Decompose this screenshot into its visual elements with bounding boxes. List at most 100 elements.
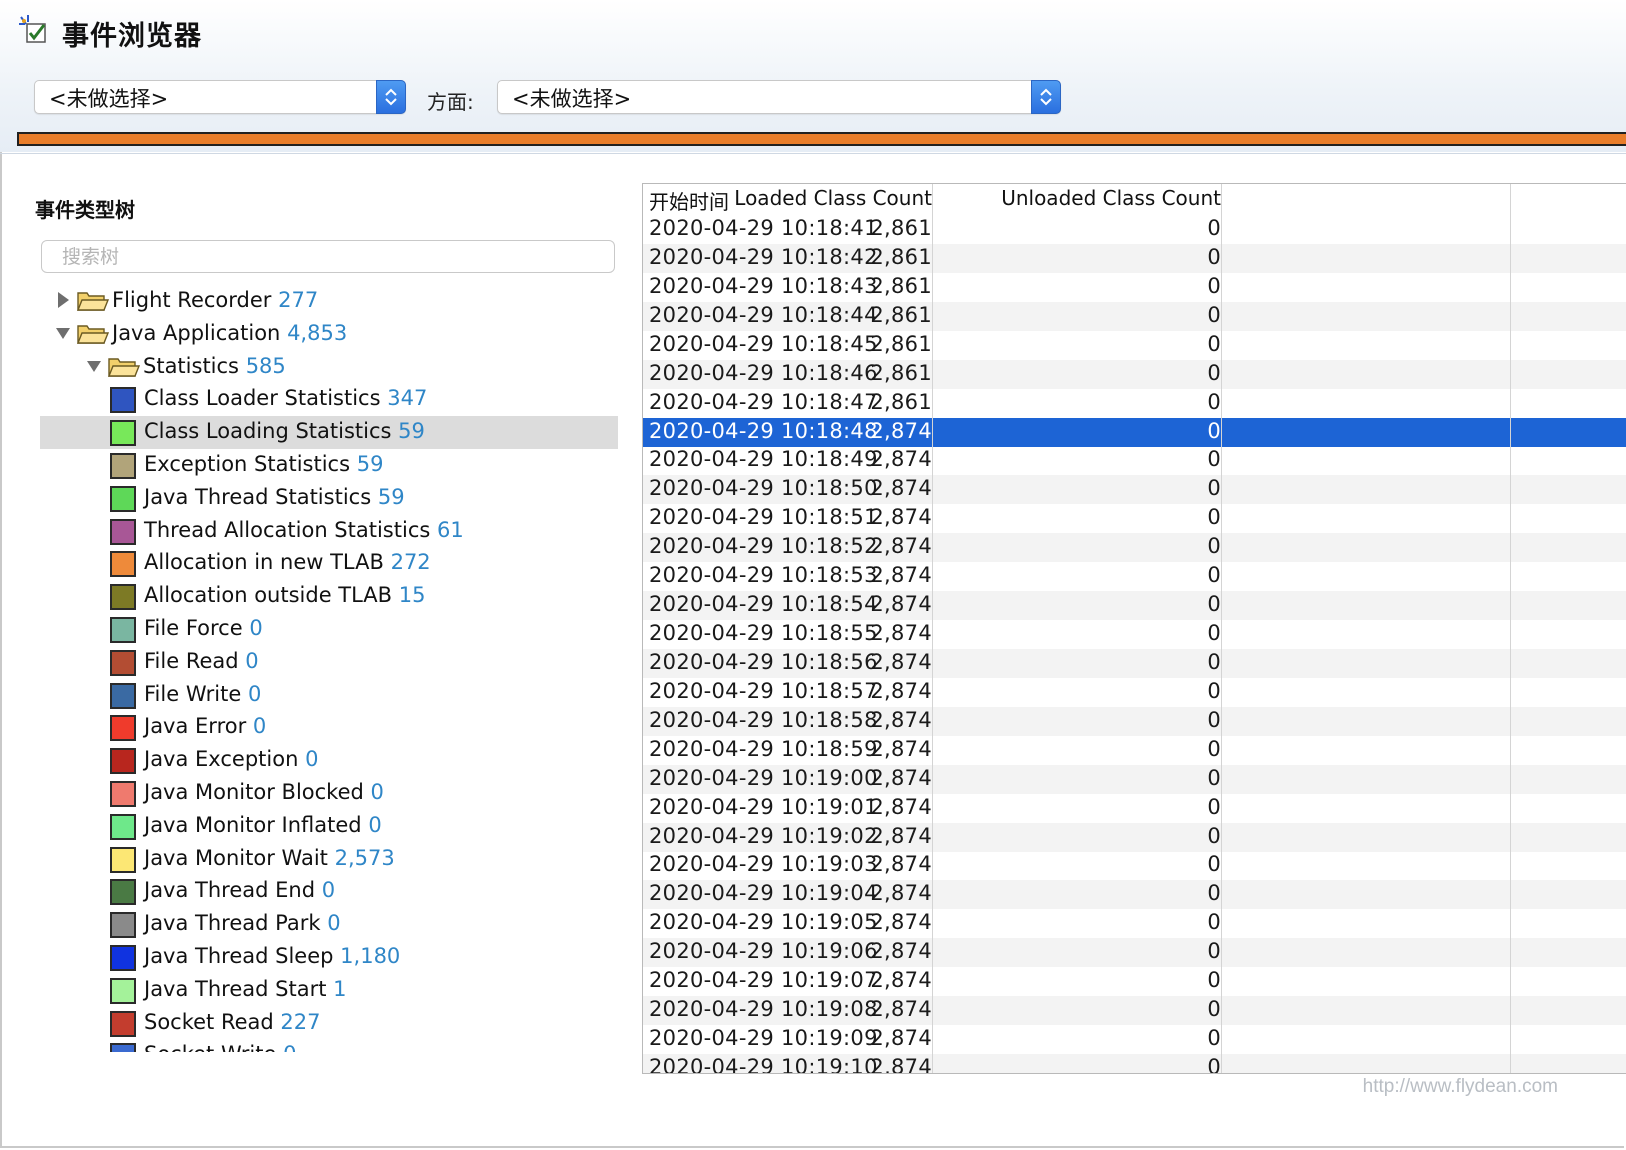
table-row[interactable]: 2020-04-29 10:18:49 2,874 0 (643, 446, 1626, 475)
table-row[interactable]: 2020-04-29 10:18:46 2,861 0 (643, 359, 1626, 389)
tree-node-label: Allocation in new TLAB 272 (144, 550, 431, 574)
tree-node-label: File Force 0 (144, 616, 263, 640)
tree-node[interactable]: Java Thread Sleep 1,180 (40, 941, 618, 974)
event-color-swatch-icon (110, 453, 136, 479)
table-row[interactable]: 2020-04-29 10:19:06 2,874 0 (643, 938, 1626, 968)
table-row[interactable]: 2020-04-29 10:19:09 2,874 0 (643, 1025, 1626, 1054)
tree-node[interactable]: Java Monitor Wait 2,573 (40, 843, 618, 876)
tree-node[interactable]: Java Thread Park 0 (40, 908, 618, 941)
table-row[interactable]: 2020-04-29 10:19:00 2,874 0 (643, 764, 1626, 794)
column-header-loaded-class-count[interactable]: Loaded Class Count (734, 186, 932, 210)
node-count: 59 (377, 484, 405, 509)
table-row[interactable]: 2020-04-29 10:19:05 2,874 0 (643, 909, 1626, 938)
collapsed-triangle-icon[interactable] (56, 292, 70, 308)
event-color-swatch-icon (110, 1043, 136, 1052)
table-row[interactable]: 2020-04-29 10:19:08 2,874 0 (643, 996, 1626, 1026)
tree-node[interactable]: Java Error 0 (40, 711, 618, 744)
tree-search-input[interactable] (60, 245, 604, 269)
select-arrows-icon[interactable] (376, 80, 406, 114)
cell-loaded-class-count: 2,874 (870, 447, 932, 472)
table-row[interactable]: 2020-04-29 10:18:58 2,874 0 (643, 706, 1626, 736)
cell-unloaded-class-count: 0 (1207, 823, 1221, 848)
table-row[interactable]: 2020-04-29 10:19:01 2,874 0 (643, 794, 1626, 823)
cell-loaded-class-count: 2,874 (870, 1026, 932, 1051)
tree-node-label: Socket Read 227 (144, 1010, 321, 1034)
table-row[interactable]: 2020-04-29 10:19:02 2,874 0 (643, 822, 1626, 852)
table-row[interactable]: 2020-04-29 10:18:43 2,861 0 (643, 273, 1626, 302)
tree-node[interactable]: Flight Recorder 277 (40, 285, 618, 318)
cell-loaded-class-count: 2,874 (870, 476, 932, 501)
table-row[interactable]: 2020-04-29 10:18:51 2,874 0 (643, 504, 1626, 533)
node-count: 59 (356, 452, 384, 476)
table-row[interactable]: 2020-04-29 10:19:07 2,874 0 (643, 967, 1626, 996)
tree-node[interactable]: Socket Read 227 (40, 1007, 618, 1040)
select-arrows-icon[interactable] (1031, 80, 1061, 114)
tree-node[interactable]: Statistics 585 (40, 351, 618, 384)
table-row[interactable]: 2020-04-29 10:18:50 2,874 0 (643, 475, 1626, 505)
tree-node-label: Java Thread Sleep 1,180 (144, 944, 400, 968)
table-row[interactable]: 2020-04-29 10:18:59 2,874 0 (643, 736, 1626, 765)
table-row[interactable]: 2020-04-29 10:18:48 2,874 0 (643, 417, 1626, 447)
cell-start-time: 2020-04-29 10:18:53 (649, 563, 878, 588)
cell-unloaded-class-count: 0 (1207, 939, 1221, 964)
table-row[interactable]: 2020-04-29 10:18:55 2,874 0 (643, 620, 1626, 649)
node-name: Java Thread Park (144, 911, 321, 936)
node-count: 0 (327, 911, 341, 936)
tree-node[interactable]: Java Exception 0 (40, 744, 618, 777)
tree-node[interactable]: Socket Write 0 (40, 1039, 618, 1052)
table-row[interactable]: 2020-04-29 10:18:53 2,874 0 (643, 562, 1626, 591)
tree-node[interactable]: Allocation outside TLAB 15 (40, 580, 618, 613)
column-header-unloaded-class-count[interactable]: Unloaded Class Count (1001, 186, 1221, 210)
table-row[interactable]: 2020-04-29 10:19:04 2,874 0 (643, 880, 1626, 910)
tree-title: 事件类型树 (35, 198, 135, 222)
divider (0, 153, 1626, 154)
tree-node[interactable]: Class Loader Statistics 347 (40, 383, 618, 416)
tree-node[interactable]: Thread Allocation Statistics 61 (40, 515, 618, 548)
tree-node-label: Flight Recorder 277 (112, 288, 318, 312)
cell-unloaded-class-count: 0 (1207, 273, 1221, 298)
tree-node-label: Exception Statistics 59 (144, 452, 383, 476)
tree-node[interactable]: File Read 0 (40, 646, 618, 679)
tree-node-label: Thread Allocation Statistics 61 (144, 518, 464, 542)
event-color-swatch-icon (110, 649, 136, 676)
tree-node[interactable]: Java Monitor Inflated 0 (40, 810, 618, 843)
tree-node[interactable]: Allocation in new TLAB 272 (40, 547, 618, 580)
table-row[interactable]: 2020-04-29 10:18:42 2,861 0 (643, 243, 1626, 273)
node-count: 0 (252, 714, 267, 739)
tree-node[interactable]: Java Thread End 0 (40, 875, 618, 908)
tree-node[interactable]: Java Application 4,853 (40, 318, 618, 351)
table-row[interactable]: 2020-04-29 10:18:47 2,861 0 (643, 389, 1626, 418)
table-row[interactable]: 2020-04-29 10:18:52 2,874 0 (643, 533, 1626, 563)
table-row[interactable]: 2020-04-29 10:18:45 2,861 0 (643, 331, 1626, 360)
cell-start-time: 2020-04-29 10:19:08 (649, 997, 878, 1022)
node-count: 585 (245, 353, 286, 378)
cell-unloaded-class-count: 0 (1207, 621, 1221, 646)
tree-node[interactable]: Exception Statistics 59 (40, 449, 618, 482)
tree-node[interactable]: Java Monitor Blocked 0 (40, 777, 618, 810)
expanded-triangle-icon[interactable] (87, 358, 101, 374)
tree-node[interactable]: Class Loading Statistics 59 (40, 416, 618, 450)
tree-node[interactable]: File Write 0 (40, 679, 618, 712)
event-color-swatch-icon (110, 813, 136, 840)
node-count: 0 (249, 616, 263, 640)
column-header-start-time[interactable]: 开始时间 (649, 186, 729, 215)
expanded-triangle-icon[interactable] (56, 325, 70, 341)
tree-node[interactable]: File Force 0 (40, 613, 618, 646)
table-row[interactable]: 2020-04-29 10:18:41 2,861 0 (643, 215, 1626, 244)
table-row[interactable]: 2020-04-29 10:19:03 2,874 0 (643, 851, 1626, 880)
tree-node[interactable]: Java Thread Start 1 (40, 974, 618, 1007)
cell-loaded-class-count: 2,874 (870, 678, 932, 703)
table-row[interactable]: 2020-04-29 10:18:44 2,861 0 (643, 301, 1626, 331)
event-filter-select[interactable]: <未做选择> (34, 80, 406, 114)
title-bar: 事件浏览器 <未做选择> 方面: <未做选择> (0, 0, 1626, 152)
tree-node[interactable]: Java Thread Statistics 59 (40, 482, 618, 515)
table-row[interactable]: 2020-04-29 10:18:56 2,874 0 (643, 648, 1626, 678)
table-row[interactable]: 2020-04-29 10:18:54 2,874 0 (643, 591, 1626, 621)
table-row[interactable]: 2020-04-29 10:19:10 2,874 0 (643, 1053, 1626, 1073)
table-row[interactable]: 2020-04-29 10:18:57 2,874 0 (643, 678, 1626, 707)
event-color-swatch-icon (110, 912, 136, 939)
cell-unloaded-class-count: 0 (1207, 910, 1221, 935)
tree-search[interactable] (41, 240, 615, 273)
cell-start-time: 2020-04-29 10:18:56 (649, 649, 878, 674)
facet-select[interactable]: <未做选择> (497, 80, 1061, 114)
